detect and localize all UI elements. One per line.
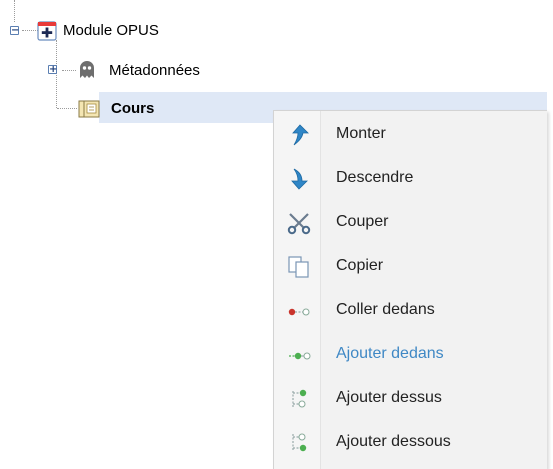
menu-item-couper[interactable]: Couper [274,201,547,244]
menu-item-label: Ajouter dedans [336,345,444,362]
context-menu: Monter Descendre Couper Copier Coller de… [273,110,547,469]
menu-item-monter[interactable]: Monter [274,113,547,156]
copy-icon [287,255,311,279]
menu-item-ajouter-dessus[interactable]: Ajouter dessus [274,377,547,420]
menu-item-ajouter-dedans[interactable]: Ajouter dedans [274,333,547,376]
tree-node-metadonnees[interactable]: Métadonnées [109,62,200,79]
arrow-up-icon [287,123,311,147]
menu-item-descendre[interactable]: Descendre [274,157,547,200]
expand-toggle-metadata[interactable]: + [48,65,57,75]
scissors-icon [287,211,311,235]
arrow-down-icon [287,167,311,191]
add-inside-icon [287,343,311,367]
menu-item-label: Ajouter dessous [336,433,451,450]
tree-line-root-top [14,0,15,22]
menu-item-label: Descendre [336,169,414,186]
tree-line-cours [57,108,77,109]
paste-inside-icon [287,299,311,323]
menu-item-coller-dedans[interactable]: Coller dedans [274,289,547,332]
menu-item-label: Copier [336,257,384,274]
menu-item-label: Coller dedans [336,301,435,318]
menu-item-label: Ajouter dessus [336,389,442,406]
tree-line-metadata [62,70,76,71]
module-icon [37,21,57,41]
tree-node-module-opus[interactable]: Module OPUS [63,22,159,39]
collapse-toggle-root[interactable]: − [10,26,19,36]
ghost-icon [78,60,96,79]
tree-line-root [22,30,38,31]
add-above-icon [287,387,311,411]
book-icon [78,99,100,119]
menu-item-label: Couper [336,213,389,230]
add-below-icon [287,431,311,455]
menu-item-ajouter-dessous[interactable]: Ajouter dessous [274,421,547,464]
menu-item-copier[interactable]: Copier [274,245,547,288]
tree-node-cours[interactable]: Cours [111,100,154,117]
menu-item-label: Monter [336,125,386,142]
